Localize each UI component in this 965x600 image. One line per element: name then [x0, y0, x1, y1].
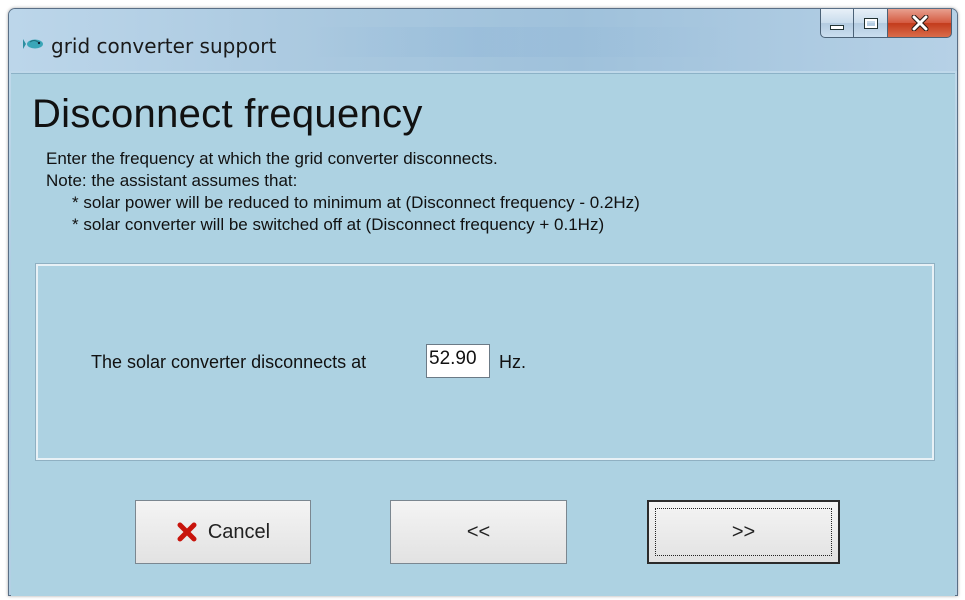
- frequency-label: The solar converter disconnects at: [91, 352, 367, 372]
- close-icon: [911, 15, 928, 31]
- page-title: Disconnect frequency: [32, 92, 423, 136]
- cancel-x-icon: [176, 521, 198, 543]
- description-note: Note: the assistant assumes that:: [46, 171, 298, 190]
- back-button[interactable]: <<: [390, 500, 567, 564]
- maximize-button[interactable]: [854, 9, 888, 38]
- description-bullet: * solar power will be reduced to minimum…: [72, 193, 640, 212]
- back-button-label: <<: [466, 520, 491, 543]
- cancel-button-label: Cancel: [207, 520, 271, 543]
- window-title: grid converter support: [51, 34, 277, 58]
- title-bar-glass: [309, 27, 729, 57]
- app-fish-icon: [23, 39, 43, 49]
- title-bar[interactable]: grid converter support: [9, 9, 957, 71]
- minimize-icon: [830, 24, 844, 30]
- cancel-button[interactable]: Cancel: [135, 500, 311, 564]
- maximize-icon: [863, 17, 878, 29]
- minimize-button[interactable]: [820, 9, 854, 38]
- focus-rectangle: [655, 508, 832, 556]
- next-button[interactable]: >>: [647, 500, 840, 564]
- close-button[interactable]: [888, 9, 952, 38]
- description-bullet: * solar converter will be switched off a…: [72, 215, 605, 234]
- frequency-unit: Hz.: [499, 352, 526, 372]
- frequency-input[interactable]: 52.90: [426, 344, 490, 378]
- caption-buttons: [820, 9, 952, 39]
- description-line: Enter the frequency at which the grid co…: [46, 149, 498, 168]
